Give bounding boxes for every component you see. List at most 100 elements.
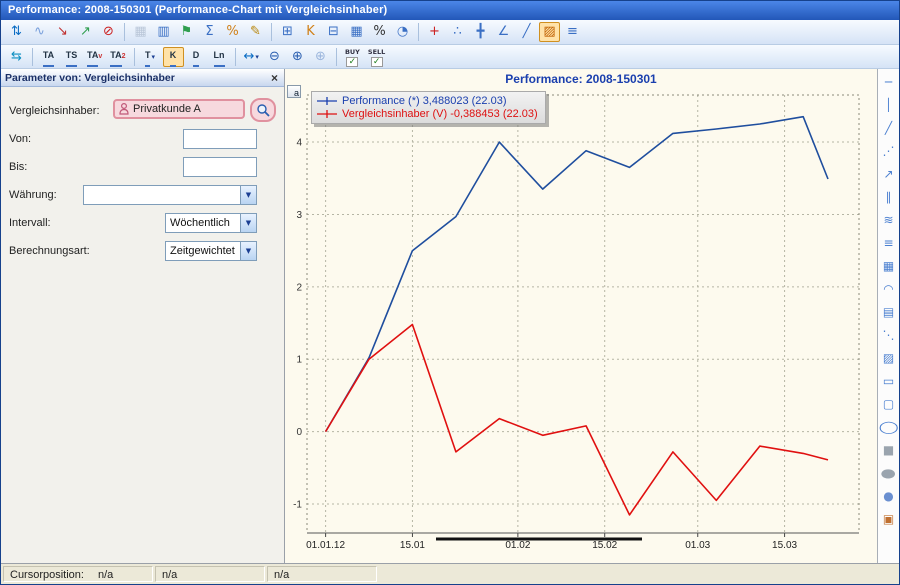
crosshatch-tool[interactable]: ▨ (879, 349, 898, 368)
intervall-value: Wöchentlich (166, 217, 240, 229)
search-button[interactable] (250, 98, 276, 122)
sync-icon[interactable]: ⇆ (6, 47, 27, 67)
copy-icon[interactable]: ⊟ (323, 22, 344, 42)
filled-rect-tool[interactable]: ■ (879, 441, 898, 460)
arc-tool[interactable]: ◠ (879, 280, 898, 299)
legend-marker (316, 96, 338, 106)
app-window: Performance: 2008-150301 (Performance-Ch… (0, 0, 900, 585)
ta2-button[interactable]: TA2 (107, 47, 128, 67)
panel-title: Parameter von: Vergleichsinhaber (5, 72, 175, 84)
bis-input[interactable] (183, 157, 257, 177)
arrow-tool[interactable]: ↗ (879, 165, 898, 184)
flag-chart-icon[interactable]: ⚑ (176, 22, 197, 42)
cube-3d-tool[interactable]: ▣ (879, 510, 898, 529)
channel-tool[interactable]: ≡ (879, 234, 898, 253)
field-row-intervall: Intervall: Wöchentlich ▼ (1, 213, 284, 235)
table-add-icon[interactable]: ⊞ (277, 22, 298, 42)
diagonal-line-tool[interactable]: ╱ (879, 119, 898, 138)
parallel-lines-tool[interactable]: ∥ (879, 188, 898, 207)
svg-text:15.01: 15.01 (400, 540, 425, 551)
status-cell-3: n/a (267, 566, 377, 582)
legend-entry: Performance (*) 3,488023 (22.03) (316, 94, 538, 107)
ln-button[interactable]: Ln (209, 47, 230, 67)
refresh-icon[interactable]: ⇅ (6, 22, 27, 42)
vertical-line-tool[interactable]: │ (879, 96, 898, 115)
rectangle-tool[interactable]: ▭ (879, 372, 898, 391)
cancel-icon[interactable]: ⊘ (98, 22, 119, 42)
table-icon[interactable]: ▦ (346, 22, 367, 42)
ts-button[interactable]: TS (61, 47, 82, 67)
legend-marker (316, 109, 338, 119)
slope-icon[interactable]: ∠ (493, 22, 514, 42)
k-chart-icon[interactable]: K (300, 22, 321, 42)
tav-button[interactable]: TAv (84, 47, 105, 67)
sigma-icon[interactable]: Σ (199, 22, 220, 42)
histogram-icon[interactable]: ▥ (153, 22, 174, 42)
chart-canvas[interactable]: -10123401.01.1215.0101.0215.0201.0315.03 (285, 85, 877, 562)
bis-label: Bis: (9, 161, 27, 173)
settings-icon[interactable]: ≡ (562, 22, 583, 42)
status-cell-2: n/a (155, 566, 265, 582)
chart-down-icon[interactable]: ↘ (52, 22, 73, 42)
d-button[interactable]: D (186, 47, 207, 67)
move-icon[interactable]: ╋ (470, 22, 491, 42)
svg-text:3: 3 (296, 210, 302, 221)
pencil-icon[interactable]: ✎ (245, 22, 266, 42)
parameter-panel-header: Parameter von: Vergleichsinhaber × (1, 69, 284, 87)
parameter-panel: Parameter von: Vergleichsinhaber × Vergl… (1, 69, 285, 563)
dotted-cross-tool[interactable]: ⋱ (879, 326, 898, 345)
filled-ellipse-tool[interactable]: ● (879, 464, 898, 483)
dotted-diagonal-tool[interactable]: ⋰ (879, 142, 898, 161)
sphere-tool[interactable]: ● (879, 487, 898, 506)
svg-text:-1: -1 (293, 500, 302, 511)
svg-text:0: 0 (296, 427, 302, 438)
scatter-icon[interactable]: ∴ (447, 22, 468, 42)
drawing-toolbar: ─ │ ╱ ⋰ ↗ ∥ ≋ ≡ ▦ ◠ ▤ ⋱ ▨ ▭ ▢ ◯ ■ ● ● ▣ (877, 69, 899, 563)
window-title: Performance: 2008-150301 (Performance-Ch… (8, 4, 387, 16)
grid-tool[interactable]: ▦ (879, 257, 898, 276)
wave-lines-tool[interactable]: ≋ (879, 211, 898, 230)
sell-checkbox[interactable]: SELL✓ (365, 47, 388, 67)
hatch-tool[interactable]: ▤ (879, 303, 898, 322)
chart-curve-icon[interactable]: ∿ (29, 22, 50, 42)
chart-up-icon[interactable]: ↗ (75, 22, 96, 42)
rounded-rect-tool[interactable]: ▢ (879, 395, 898, 414)
von-input[interactable] (183, 129, 257, 149)
zoom-reset-icon[interactable]: ⊕ (310, 47, 331, 67)
cursorposition-value: n/a (98, 569, 113, 581)
field-row-waehrung: Währung: ▼ (1, 185, 284, 207)
chevron-down-icon: ▼ (240, 186, 256, 204)
toolbar-separator (124, 23, 125, 41)
check-icon: ✓ (346, 57, 358, 67)
k-button[interactable]: K (163, 47, 184, 67)
percent-icon[interactable]: % (369, 22, 390, 42)
intervall-select[interactable]: Wöchentlich ▼ (165, 213, 257, 233)
vergleichsinhaber-field[interactable]: Privatkunde A (113, 99, 245, 119)
horizontal-line-tool[interactable]: ─ (879, 73, 898, 92)
width-icon[interactable]: ↔▾ (241, 47, 262, 67)
waehrung-select[interactable]: ▼ (83, 185, 257, 205)
clock-icon[interactable]: ◔ (392, 22, 413, 42)
berechnungsart-select[interactable]: Zeitgewichtet ▼ (165, 241, 257, 261)
crosshair-icon[interactable]: + (424, 22, 445, 42)
grid-dim-icon[interactable]: ▦ (130, 22, 151, 42)
diagonal-icon[interactable]: ╱ (516, 22, 537, 42)
toolbar-separator (271, 23, 272, 41)
zoom-in-icon[interactable]: ⊕ (287, 47, 308, 67)
selected-chart-icon[interactable]: ▨ (539, 22, 560, 42)
zoom-out-icon[interactable]: ⊖ (264, 47, 285, 67)
svg-text:2: 2 (296, 282, 302, 293)
buy-checkbox[interactable]: BUY✓ (342, 47, 363, 67)
content-area: Parameter von: Vergleichsinhaber × Vergl… (1, 69, 899, 563)
svg-text:1: 1 (296, 355, 302, 366)
berechnungsart-label: Berechnungsart: (9, 245, 90, 257)
field-row-vergleichsinhaber: Vergleichsinhaber: Privatkunde A (1, 101, 284, 123)
chevron-down-icon: ▼ (240, 214, 256, 232)
panel-close-button[interactable]: × (269, 71, 280, 85)
t-split-button[interactable]: T▾ (140, 47, 161, 67)
field-row-bis: Bis: (1, 157, 284, 179)
ellipse-tool[interactable]: ◯ (879, 418, 898, 437)
percent-chart-icon[interactable]: % (222, 22, 243, 42)
toolbar-separator (32, 48, 33, 66)
ta-button[interactable]: TA (38, 47, 59, 67)
